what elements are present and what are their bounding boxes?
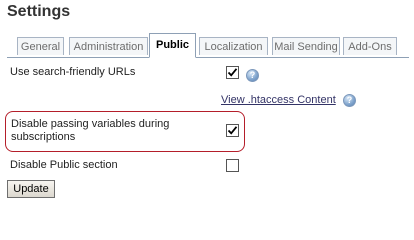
tab-public[interactable]: Public: [149, 33, 196, 58]
disable-public-label: Disable Public section: [10, 159, 118, 171]
help-icon[interactable]: ?: [343, 94, 356, 107]
tab-general[interactable]: General: [17, 37, 64, 55]
tab-administration[interactable]: Administration: [69, 37, 148, 55]
checkmark-icon: [227, 126, 238, 135]
tab-add-ons[interactable]: Add-Ons: [343, 37, 397, 55]
checkmark-icon: [227, 68, 238, 77]
view-htaccess-link[interactable]: View .htaccess Content: [221, 94, 336, 106]
tab-bar: General Administration Public Localizati…: [7, 33, 409, 58]
disable-passing-label-line2: subscriptions: [11, 131, 76, 143]
update-button[interactable]: Update: [7, 180, 55, 198]
help-icon[interactable]: ?: [246, 69, 259, 82]
disable-passing-label: Disable passing variables during subscri…: [11, 118, 169, 144]
tab-mail-sending[interactable]: Mail Sending: [272, 37, 340, 55]
page-title: Settings: [7, 3, 71, 20]
tab-localization[interactable]: Localization: [199, 37, 268, 55]
disable-passing-label-line1: Disable passing variables during: [11, 118, 170, 130]
disable-passing-checkbox[interactable]: [226, 124, 239, 137]
search-friendly-label: Use search-friendly URLs: [10, 66, 136, 78]
disable-public-checkbox[interactable]: [226, 159, 239, 172]
search-friendly-checkbox[interactable]: [226, 66, 239, 79]
